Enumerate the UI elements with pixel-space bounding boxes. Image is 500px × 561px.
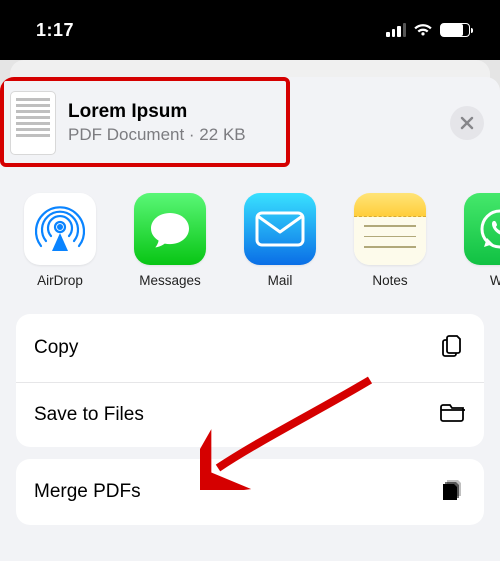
action-list-1: Copy Save to Files xyxy=(16,314,484,447)
notes-icon xyxy=(354,193,426,265)
action-label: Copy xyxy=(34,337,78,359)
app-label: Wh xyxy=(490,273,500,288)
share-target-notes[interactable]: Notes xyxy=(350,193,430,288)
folder-icon xyxy=(440,401,466,429)
document-subtitle: PDF Document · 22 KB xyxy=(68,125,450,145)
battery-icon xyxy=(440,23,470,37)
airdrop-icon xyxy=(24,193,96,265)
whatsapp-icon xyxy=(464,193,500,265)
action-label: Save to Files xyxy=(34,404,144,426)
share-app-row[interactable]: AirDrop Messages Mail Notes Wh xyxy=(0,169,500,308)
status-indicators xyxy=(386,23,470,37)
app-label: Mail xyxy=(268,273,293,288)
action-save-to-files[interactable]: Save to Files xyxy=(16,382,484,447)
close-icon xyxy=(459,115,475,131)
action-copy[interactable]: Copy xyxy=(16,314,484,382)
app-label: Messages xyxy=(139,273,201,288)
messages-icon xyxy=(134,193,206,265)
status-time: 1:17 xyxy=(36,20,74,41)
action-list-container: Copy Save to Files Merge PDFs xyxy=(0,308,500,525)
share-target-airdrop[interactable]: AirDrop xyxy=(20,193,100,288)
action-label: Merge PDFs xyxy=(34,481,141,503)
share-header: Lorem Ipsum PDF Document · 22 KB xyxy=(0,77,500,169)
action-merge-pdfs[interactable]: Merge PDFs xyxy=(16,459,484,525)
document-thumbnail xyxy=(10,91,56,155)
app-label: AirDrop xyxy=(37,273,83,288)
document-meta: Lorem Ipsum PDF Document · 22 KB xyxy=(68,101,450,145)
share-target-messages[interactable]: Messages xyxy=(130,193,210,288)
close-button[interactable] xyxy=(450,106,484,140)
copy-icon xyxy=(440,332,466,364)
status-bar: 1:17 xyxy=(0,0,500,60)
stack-icon xyxy=(442,477,466,507)
app-label: Notes xyxy=(372,273,407,288)
cellular-signal-icon xyxy=(386,23,406,37)
share-sheet: Lorem Ipsum PDF Document · 22 KB xyxy=(0,77,500,561)
share-target-mail[interactable]: Mail xyxy=(240,193,320,288)
share-target-whatsapp[interactable]: Wh xyxy=(460,193,500,288)
mail-icon xyxy=(244,193,316,265)
wifi-icon xyxy=(413,23,433,37)
action-list-2: Merge PDFs xyxy=(16,459,484,525)
document-title: Lorem Ipsum xyxy=(68,101,450,123)
